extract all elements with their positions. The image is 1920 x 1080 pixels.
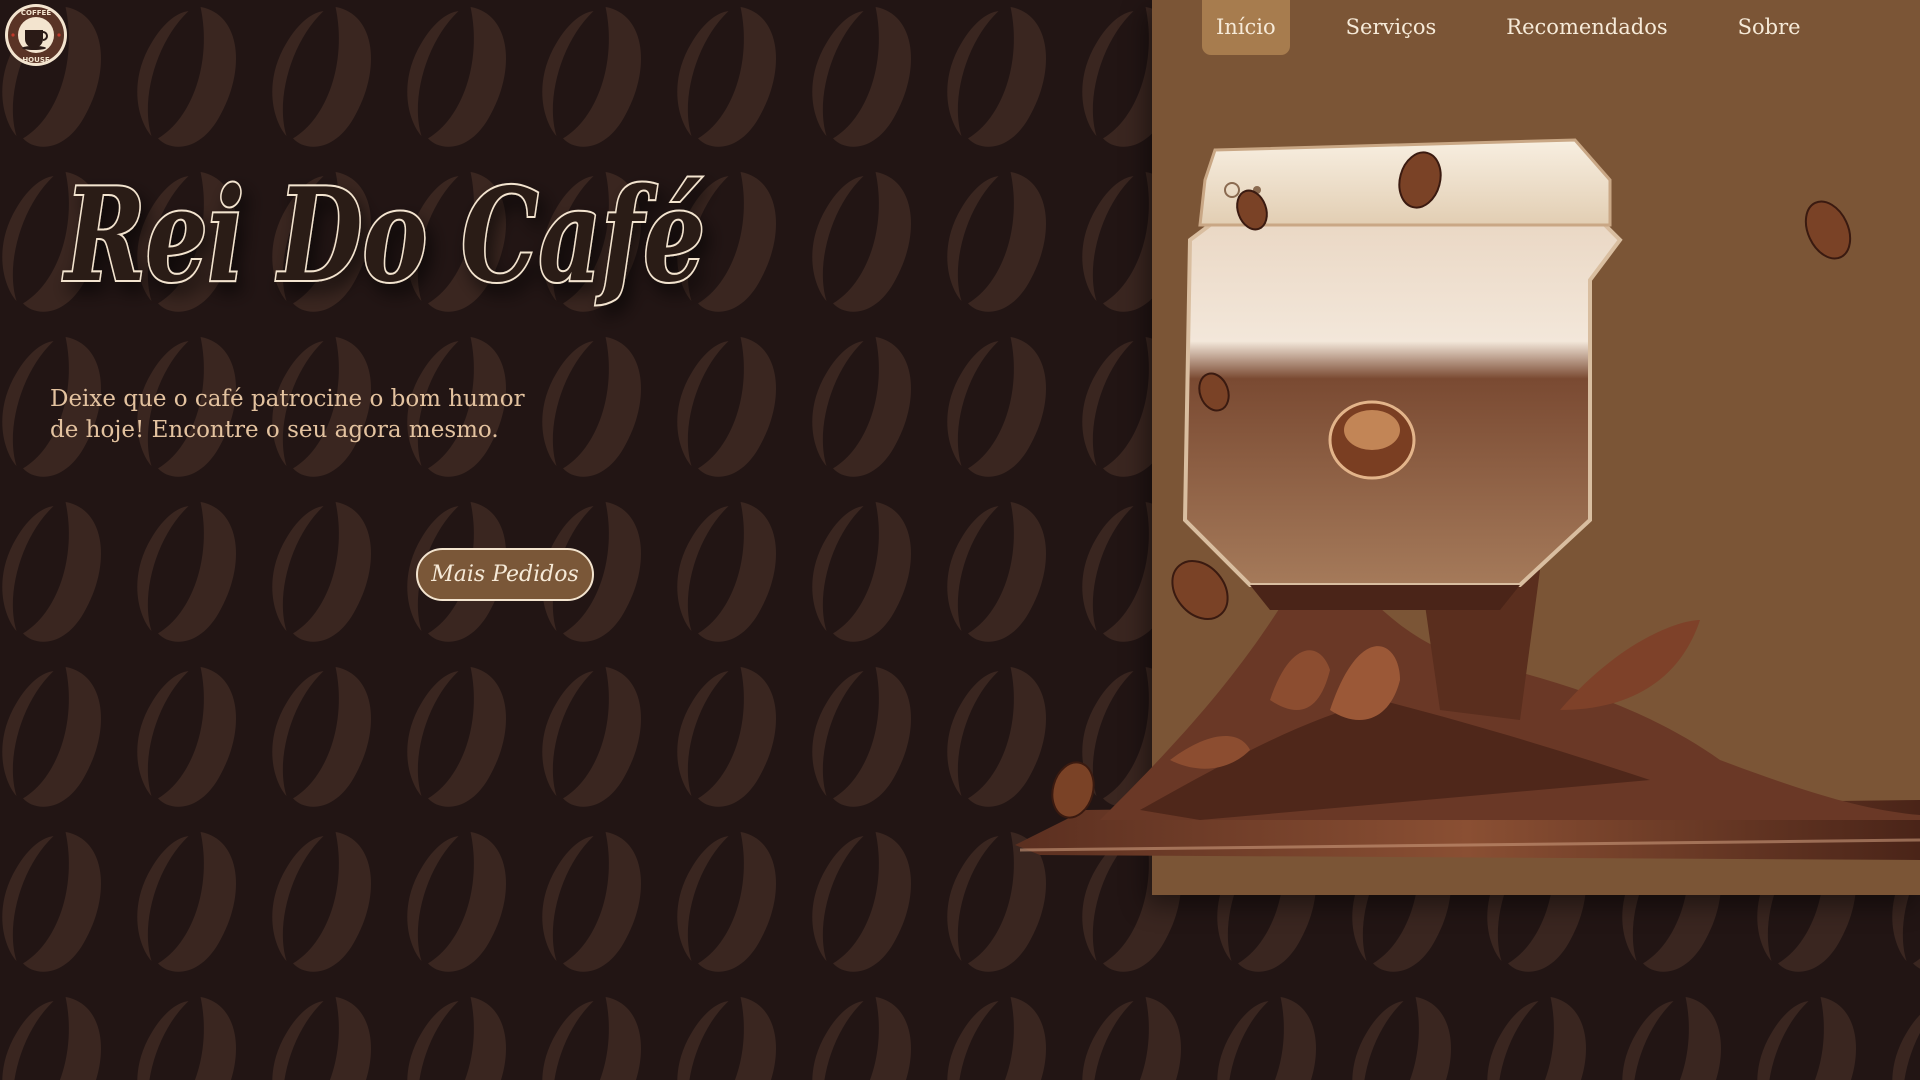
- coffee-grinder-illustration: [1000, 120, 1920, 880]
- nav-item-servicos[interactable]: Serviços: [1332, 0, 1451, 55]
- logo-bottom-text: HOUSE: [22, 56, 50, 64]
- coffee-cup-icon: COFFEE HOUSE: [5, 4, 67, 66]
- hero-title-wrapper: Rei Do Café: [55, 140, 755, 330]
- nav-item-sobre[interactable]: Sobre: [1724, 0, 1815, 55]
- tagline-line-1: Deixe que o café patrocine o bom humor: [50, 386, 525, 412]
- mais-pedidos-button[interactable]: Mais Pedidos: [416, 548, 594, 601]
- tagline-line-2: de hoje! Encontre o seu agora mesmo.: [50, 417, 499, 443]
- hero-title: Rei Do Café: [63, 161, 705, 311]
- nav-item-inicio[interactable]: Início: [1202, 0, 1290, 55]
- main-nav: Início Serviços Recomendados Sobre: [1202, 0, 1857, 55]
- coffee-house-logo[interactable]: COFFEE HOUSE: [4, 3, 68, 67]
- nav-item-recomendados[interactable]: Recomendados: [1492, 0, 1681, 55]
- hero-tagline: Deixe que o café patrocine o bom humor d…: [50, 384, 530, 446]
- logo-top-text: COFFEE: [21, 9, 51, 17]
